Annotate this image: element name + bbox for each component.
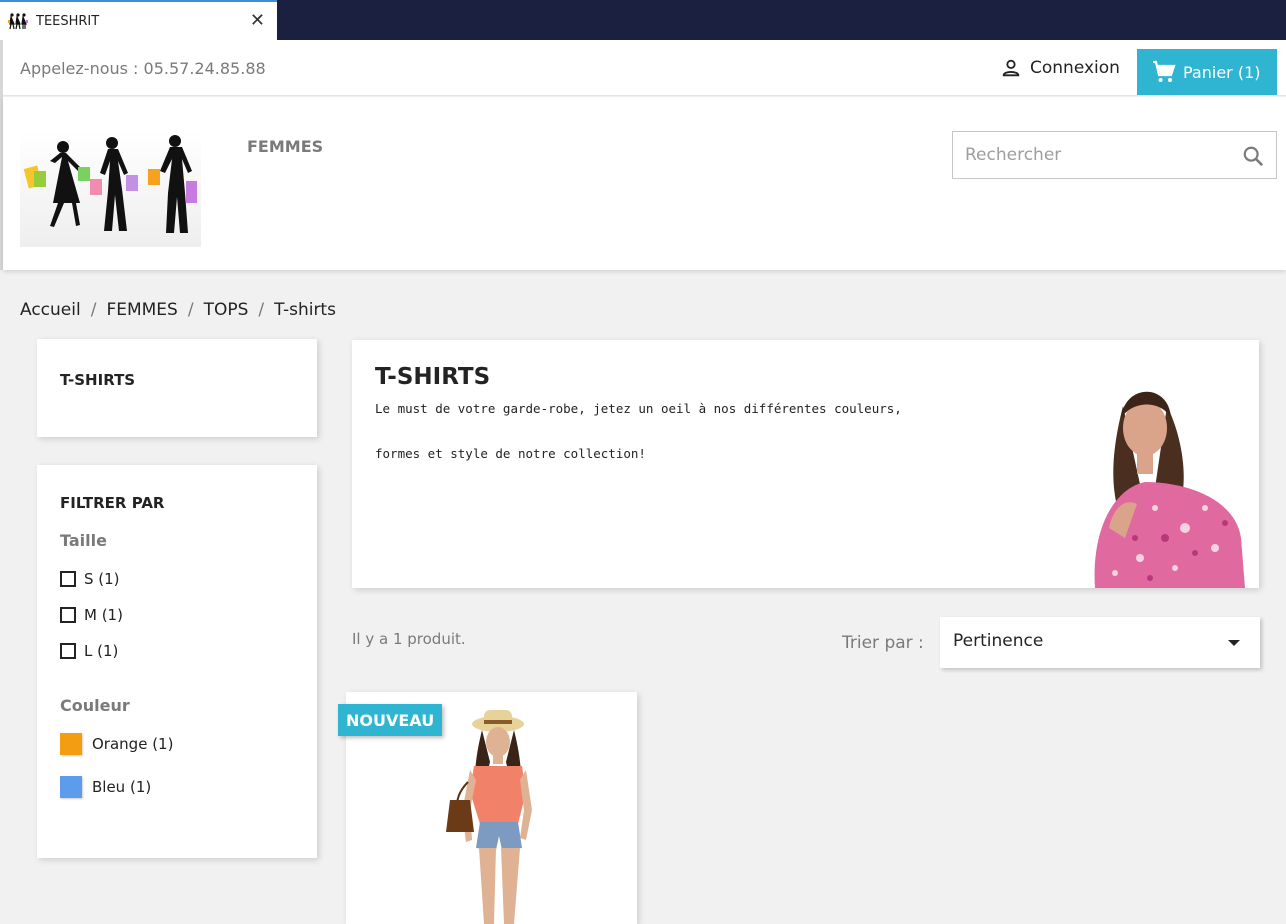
checkbox[interactable] (60, 607, 76, 623)
search-box (952, 131, 1277, 179)
cart-button[interactable]: Panier (1) (1137, 49, 1277, 95)
filter-option-size-m[interactable]: M (1) (60, 606, 123, 624)
category-tree-title[interactable]: T-SHIRTS (60, 371, 135, 389)
user-icon (1002, 59, 1020, 77)
breadcrumb-item-tops[interactable]: TOPS (204, 300, 249, 320)
filters-title: FILTRER PAR (60, 494, 165, 512)
checkbox[interactable] (60, 643, 76, 659)
shopping-cart-icon (1153, 60, 1176, 82)
color-swatch-blue[interactable] (60, 776, 82, 798)
new-product-badge: NOUVEAU (338, 704, 443, 736)
breadcrumb-separator: / (187, 300, 194, 320)
sort-label: Trier par : (842, 633, 924, 653)
login-link[interactable]: Connexion (1000, 57, 1120, 79)
breadcrumb-separator: / (90, 300, 97, 320)
search-input[interactable] (953, 132, 1233, 178)
login-label: Connexion (1030, 58, 1120, 78)
filter-option-label: Orange (1) (92, 735, 174, 753)
filter-option-label: S (1) (84, 570, 120, 588)
breadcrumb-item-accueil[interactable]: Accueil (20, 300, 81, 320)
filter-option-size-l[interactable]: L (1) (60, 642, 118, 660)
shop-logo[interactable] (20, 131, 201, 247)
checkbox[interactable] (60, 571, 76, 587)
facet-filters-block: FILTRER PAR Taille S (1) M (1) L (1) Cou… (37, 465, 317, 858)
filter-option-size-s[interactable]: S (1) (60, 570, 120, 588)
tab-title: TEESHRIT (36, 13, 100, 29)
sort-selected-value: Pertinence (953, 631, 1044, 651)
product-count: Il y a 1 produit. (352, 630, 466, 648)
header-top: FEMMES (3, 97, 1286, 270)
caret-down-icon (1228, 640, 1240, 646)
shopping-women-favicon-icon (8, 13, 28, 30)
close-tab-icon[interactable]: ✕ (250, 11, 265, 31)
category-title: T-SHIRTS (375, 364, 491, 390)
category-header: T-SHIRTS Le must de votre garde-robe, je… (352, 340, 1259, 588)
menu-item-femmes[interactable]: FEMMES (247, 137, 323, 156)
facet-title-size: Taille (60, 531, 107, 550)
category-tree-block: T-SHIRTS (37, 339, 317, 437)
color-swatch-orange[interactable] (60, 733, 82, 755)
category-description-line: formes et style de notre collection! (375, 446, 646, 461)
filter-option-label: Bleu (1) (92, 778, 152, 796)
filter-option-label: L (1) (84, 642, 119, 660)
category-description-line: Le must de votre garde-robe, jetez un oe… (375, 401, 902, 416)
cart-label: Panier (1) (1183, 62, 1261, 82)
breadcrumb-item-femmes[interactable]: FEMMES (106, 300, 177, 320)
category-description: Le must de votre garde-robe, jetez un oe… (375, 401, 1015, 491)
browser-tab[interactable]: TEESHRIT ✕ (0, 0, 277, 40)
sort-dropdown[interactable]: Pertinence (940, 617, 1260, 668)
shopping-women-logo-icon (23, 135, 197, 233)
filter-option-color-blue[interactable]: Bleu (1) (60, 776, 151, 798)
search-icon[interactable] (1242, 145, 1264, 167)
filter-option-label: M (1) (84, 606, 123, 624)
header-nav: Appelez-nous : 05.57.24.85.88 Connexion … (3, 40, 1286, 96)
breadcrumb: Accueil / FEMMES / TOPS / T-shirts (20, 300, 336, 320)
filter-option-color-orange[interactable]: Orange (1) (60, 733, 173, 755)
category-cover-image (1085, 378, 1245, 588)
breadcrumb-item-tshirts[interactable]: T-shirts (274, 300, 336, 320)
facet-title-color: Couleur (60, 696, 130, 715)
contact-phone: Appelez-nous : 05.57.24.85.88 (20, 59, 266, 78)
new-badge-label: NOUVEAU (346, 710, 435, 730)
breadcrumb-separator: / (258, 300, 265, 320)
